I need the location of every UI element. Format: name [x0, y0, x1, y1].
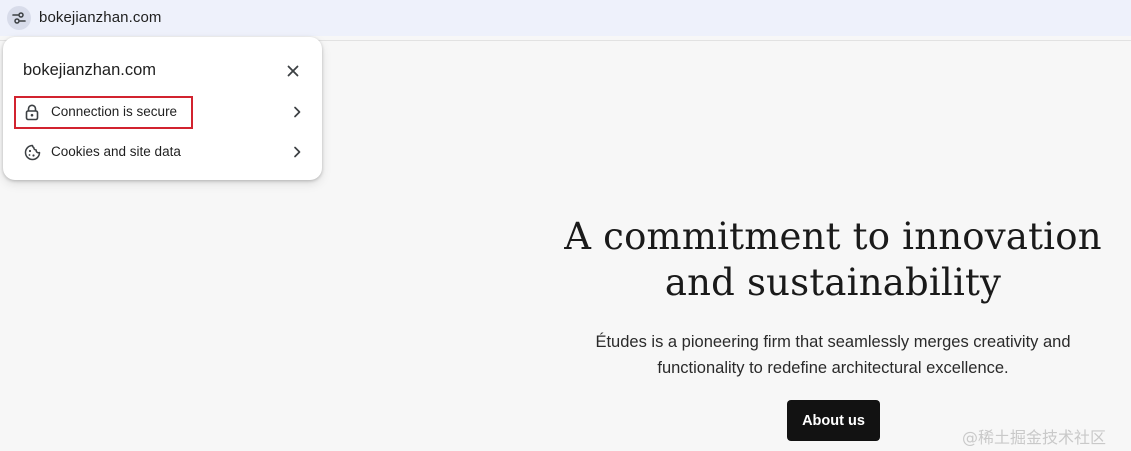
- popup-domain: bokejianzhan.com: [23, 61, 156, 79]
- cookie-icon: [23, 143, 41, 161]
- tune-icon: [12, 12, 26, 24]
- cookies-site-data-label: Cookies and site data: [51, 144, 181, 159]
- connection-secure-item[interactable]: Connection is secure: [13, 96, 313, 128]
- url-text[interactable]: bokejianzhan.com: [39, 9, 162, 26]
- connection-secure-label: Connection is secure: [51, 104, 178, 119]
- chevron-right-icon: [289, 104, 305, 120]
- lock-icon: [23, 103, 41, 121]
- about-us-button[interactable]: About us: [787, 400, 880, 441]
- hero-description: Études is a pioneering firm that seamles…: [595, 333, 1071, 377]
- chevron-right-icon: [289, 144, 305, 160]
- address-bar: bokejianzhan.com: [0, 0, 1131, 36]
- hero-title: A commitment to innovation and sustainab…: [564, 215, 1102, 304]
- watermark: @稀土掘金技术社区: [962, 428, 1107, 447]
- close-button[interactable]: [283, 61, 303, 81]
- site-info-popup: bokejianzhan.com Connection is secure Co…: [3, 37, 322, 180]
- site-info-button[interactable]: [7, 6, 31, 30]
- cookies-site-data-item[interactable]: Cookies and site data: [13, 136, 313, 168]
- close-icon: [287, 65, 299, 77]
